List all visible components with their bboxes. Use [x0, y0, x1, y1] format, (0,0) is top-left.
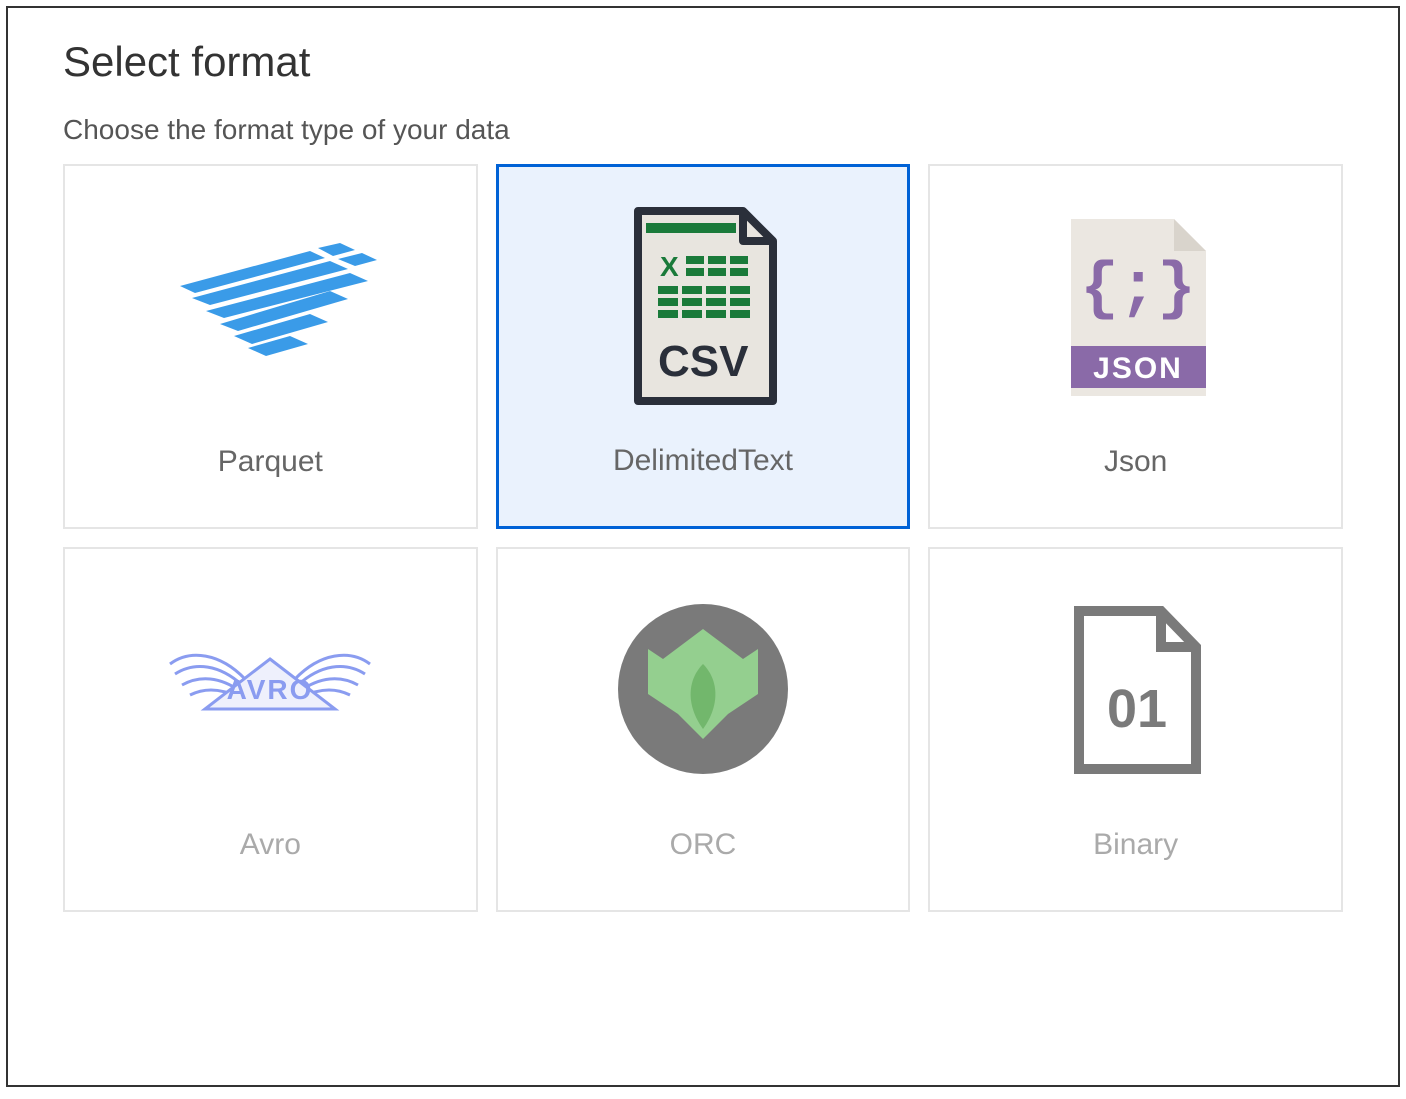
format-card-json[interactable]: {;} JSON Json — [928, 164, 1343, 529]
json-file-icon: {;} JSON — [930, 166, 1341, 445]
svg-text:01: 01 — [1107, 679, 1167, 739]
format-label: Binary — [1093, 828, 1178, 910]
format-label: DelimitedText — [613, 444, 793, 526]
dialog-frame: Select format Choose the format type of … — [6, 6, 1400, 1087]
csv-file-icon: X CSV — [499, 167, 908, 444]
svg-text:AVRO: AVRO — [227, 674, 314, 705]
page-title: Select format — [63, 38, 1343, 86]
format-card-avro[interactable]: AVRO Avro — [63, 547, 478, 912]
format-label: ORC — [670, 828, 737, 910]
svg-text:{;}: {;} — [1080, 254, 1195, 326]
format-card-delimitedtext[interactable]: X CSV DelimitedText — [496, 164, 911, 529]
page-subtitle: Choose the format type of your data — [63, 114, 1343, 146]
format-label: Avro — [240, 828, 301, 910]
format-label: Json — [1104, 445, 1167, 527]
format-card-orc[interactable]: ORC — [496, 547, 911, 912]
format-grid: Parquet X — [63, 164, 1343, 912]
orc-icon — [498, 549, 909, 828]
svg-text:JSON: JSON — [1093, 352, 1183, 385]
binary-file-icon: 01 — [930, 549, 1341, 828]
parquet-icon — [65, 166, 476, 445]
format-label: Parquet — [218, 445, 323, 527]
svg-text:CSV: CSV — [658, 337, 749, 386]
avro-icon: AVRO — [65, 549, 476, 828]
svg-text:X: X — [660, 251, 679, 282]
format-card-parquet[interactable]: Parquet — [63, 164, 478, 529]
format-card-binary[interactable]: 01 Binary — [928, 547, 1343, 912]
